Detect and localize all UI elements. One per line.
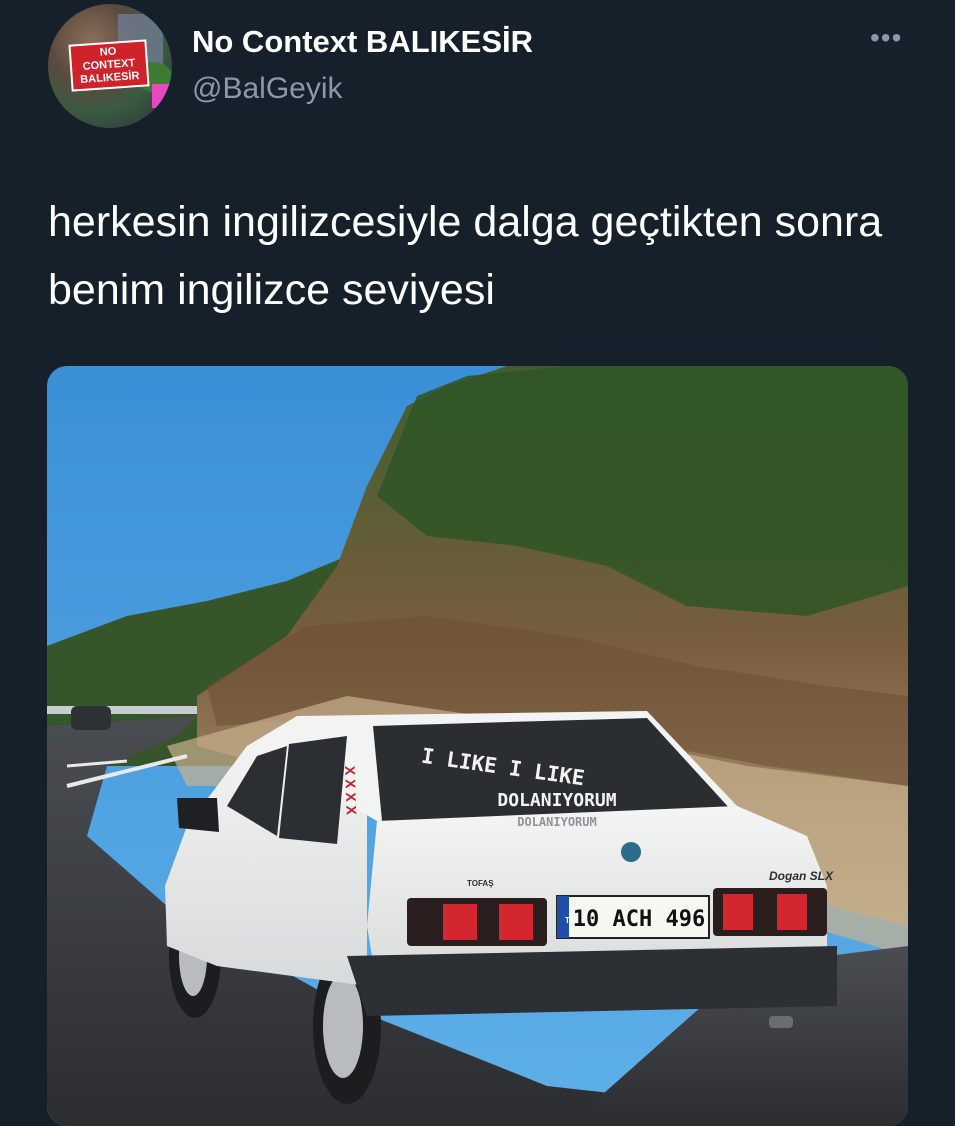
trim-badge: TOFAŞ [467,879,494,888]
avatar[interactable]: NO CONTEXT BALIKESİR [48,4,172,128]
distant-car [71,706,111,730]
account-handle[interactable]: @BalGeyik [192,72,343,106]
license-plate: 10 ACH 496 [573,907,705,932]
avatar-pink-shape [152,84,172,108]
window-text-line2: DOLANIYORUM [497,790,616,811]
tweet-text: herkesin ingilizcesiyle dalga geçtikten … [48,198,883,314]
svg-text:X X X X: X X X X [342,766,360,816]
display-name[interactable]: No Context BALIKESİR [192,24,533,60]
model-badge: Dogan SLX [769,869,834,883]
tweet: NO CONTEXT BALIKESİR No Context BALIKESİ… [0,0,955,1126]
tweet-photo[interactable]: X X X X I LIKE I LIKE DOLANIYORUM DOLANI… [47,366,908,1126]
avatar-logo-badge: NO CONTEXT BALIKESİR [68,39,150,92]
car-photo-illustration: X X X X I LIKE I LIKE DOLANIYORUM DOLANI… [47,366,908,1126]
more-options-icon[interactable]: ••• [870,24,902,52]
guard-rail [47,706,197,714]
window-text-line3: DOLANIYORUM [517,815,596,829]
